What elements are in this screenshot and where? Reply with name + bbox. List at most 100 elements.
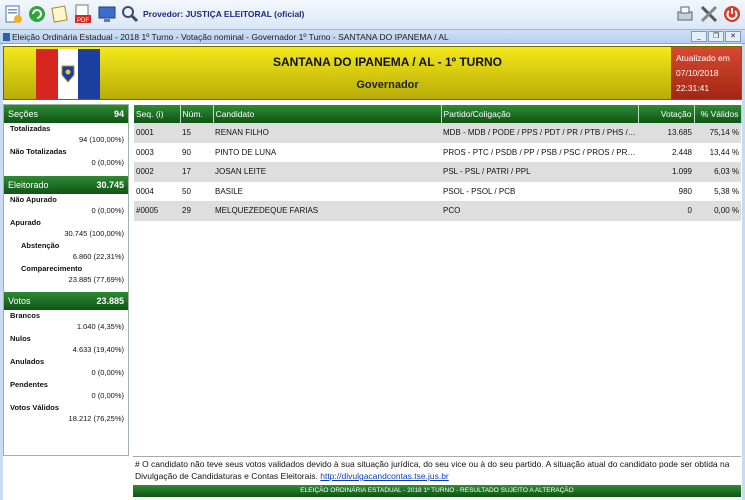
summary-item-label: Abstenção bbox=[21, 241, 60, 250]
alagoas-flag bbox=[36, 49, 100, 99]
app-icon bbox=[3, 33, 10, 41]
table-row[interactable]: 0002 17 JOSAN LEITE PSL - PSL / PATRI / … bbox=[134, 162, 741, 182]
office-title: Governador bbox=[356, 79, 419, 91]
close-button[interactable]: ✕ bbox=[725, 31, 741, 42]
summary-item-value: 0 (0,00%) bbox=[91, 368, 124, 377]
cell-valid-pct: 0,00 % bbox=[694, 201, 741, 221]
cell-num: 90 bbox=[180, 142, 213, 162]
page-title: SANTANA DO IPANEMA / AL - 1º TURNO bbox=[272, 55, 503, 69]
table-row[interactable]: #0005 29 MELQUEZEDEQUE FARIAS PCO 0 0,00… bbox=[134, 201, 741, 221]
cell-candidate: BASILE bbox=[213, 181, 441, 201]
coat-of-arms-icon bbox=[61, 65, 75, 83]
summary-item-label: Brancos bbox=[10, 311, 41, 320]
table-row[interactable]: 0003 90 PINTO DE LUNA PROS - PTC / PSDB … bbox=[134, 142, 741, 162]
summary-item-label: Não Apurado bbox=[10, 195, 57, 204]
summary-item: Apurado 30.745 (100,00%) bbox=[4, 217, 128, 240]
table-header-row: Seq. (i) Núm. Candidato Partido/Coligaçã… bbox=[134, 105, 742, 123]
refresh-icon[interactable] bbox=[26, 3, 48, 25]
cell-valid-pct: 6,03 % bbox=[694, 162, 741, 182]
summary-item-value: 94 (100,00%) bbox=[78, 135, 124, 144]
summary-item-label: Votos Válidos bbox=[10, 403, 60, 412]
window-titlebar: Eleição Ordinária Estadual - 2018 1º Tur… bbox=[0, 30, 745, 44]
secoes-value: 94 bbox=[113, 109, 124, 119]
cell-party: MDB - MDB / PODE / PPS / PDT / PR / PTB … bbox=[441, 123, 638, 143]
votos-label: Votos bbox=[8, 296, 31, 306]
column-header-party[interactable]: Partido/Coligação bbox=[441, 105, 639, 123]
cell-num: 50 bbox=[180, 181, 213, 201]
results-header: SANTANA DO IPANEMA / AL - 1º TURNO Gover… bbox=[3, 46, 742, 100]
column-header-votes[interactable]: Votação bbox=[638, 105, 695, 123]
summary-item-value: 0 (0,00%) bbox=[91, 206, 124, 215]
footnote: # O candidato não teve seus votos valida… bbox=[133, 456, 741, 484]
divulgacand-link[interactable]: http://divulgacandcontas.tse.jus.br bbox=[320, 471, 449, 481]
print-icon[interactable] bbox=[674, 3, 696, 25]
summary-item-label: Não Totalizadas bbox=[10, 147, 67, 156]
summary-item: Anulados 0 (0,00%) bbox=[4, 356, 128, 379]
updated-date: 07/10/2018 bbox=[676, 68, 719, 78]
column-header-valid-pct[interactable]: % Válidos bbox=[694, 105, 742, 123]
provider-label: Provedor: JUSTIÇA ELEITORAL (oficial) bbox=[143, 9, 305, 19]
summary-item-label: Apurado bbox=[10, 218, 41, 227]
summary-item: Brancos 1.040 (4,35%) bbox=[4, 310, 128, 333]
status-bar: ELEIÇÃO ORDINÁRIA ESTADUAL - 2018 1º TUR… bbox=[133, 485, 741, 497]
window-title: Eleição Ordinária Estadual - 2018 1º Tur… bbox=[12, 32, 449, 42]
table-row[interactable]: 0001 15 RENAN FILHO MDB - MDB / PODE / P… bbox=[134, 123, 741, 143]
cell-valid-pct: 75,14 % bbox=[694, 123, 741, 143]
eleitorado-label: Eleitorado bbox=[8, 180, 49, 190]
cell-candidate: RENAN FILHO bbox=[213, 123, 441, 143]
column-header-num[interactable]: Núm. bbox=[180, 105, 214, 123]
column-header-seq[interactable]: Seq. (i) bbox=[134, 105, 181, 123]
summary-item-value: 6.860 (22,31%) bbox=[72, 252, 124, 261]
summary-item: Pendentes 0 (0,00%) bbox=[4, 379, 128, 402]
results-table: Seq. (i) Núm. Candidato Partido/Coligaçã… bbox=[134, 105, 742, 221]
cell-seq: 0004 bbox=[134, 181, 180, 201]
new-document-icon[interactable] bbox=[2, 3, 24, 25]
exit-icon[interactable] bbox=[721, 3, 743, 25]
eleitorado-value: 30.745 bbox=[96, 180, 124, 190]
table-row[interactable]: 0004 50 BASILE PSOL - PSOL / PCB 980 5,3… bbox=[134, 181, 741, 201]
cell-seq: #0005 bbox=[134, 201, 180, 221]
summary-item: Votos Válidos 18.212 (76,25%) bbox=[4, 402, 128, 425]
cell-votes: 0 bbox=[638, 201, 694, 221]
summary-item: Não Apurado 0 (0,00%) bbox=[4, 194, 128, 217]
cell-party: PSL - PSL / PATRI / PPL bbox=[441, 162, 638, 182]
cell-party: PROS - PTC / PSDB / PP / PSB / PSC / PRO… bbox=[441, 142, 638, 162]
summary-item: Comparecimento 23.885 (77,69%) bbox=[4, 263, 128, 286]
summary-item-value: 23.885 (77,69%) bbox=[68, 275, 124, 284]
summary-item: Não Totalizadas 0 (0,00%) bbox=[4, 146, 128, 169]
summary-item-value: 0 (0,00%) bbox=[91, 391, 124, 400]
minimize-button[interactable]: _ bbox=[691, 31, 707, 42]
search-icon[interactable] bbox=[119, 3, 141, 25]
pdf-icon[interactable]: PDF bbox=[72, 3, 94, 25]
cell-valid-pct: 5,38 % bbox=[694, 181, 741, 201]
summary-item-value: 18.212 (76,25%) bbox=[68, 414, 124, 423]
summary-item: Nulos 4.633 (19,40%) bbox=[4, 333, 128, 356]
summary-item: Abstenção 6.860 (22,31%) bbox=[4, 240, 128, 263]
summary-item-value: 4.633 (19,40%) bbox=[72, 345, 124, 354]
cell-votes: 980 bbox=[638, 181, 694, 201]
updated-time: 22:31:41 bbox=[676, 83, 710, 93]
summary-item-label: Totalizadas bbox=[10, 124, 51, 133]
summary-item-label: Anulados bbox=[10, 357, 45, 366]
svg-text:PDF: PDF bbox=[77, 18, 89, 24]
cell-num: 17 bbox=[180, 162, 213, 182]
cell-seq: 0002 bbox=[134, 162, 180, 182]
cell-candidate: MELQUEZEDEQUE FARIAS bbox=[213, 201, 441, 221]
updated-box: Atualizado em 07/10/2018 22:31:41 bbox=[671, 47, 741, 99]
monitor-icon[interactable] bbox=[96, 3, 118, 25]
restore-button[interactable]: ❐ bbox=[708, 31, 724, 42]
tools-icon[interactable] bbox=[698, 3, 720, 25]
toolbar: PDF Provedor: JUSTIÇA ELEITORAL (oficial… bbox=[0, 0, 745, 30]
summary-item-value: 30.745 (100,00%) bbox=[64, 229, 124, 238]
secoes-label: Seções bbox=[8, 109, 39, 119]
cell-valid-pct: 13,44 % bbox=[694, 142, 741, 162]
summary-item: Totalizadas 94 (100,00%) bbox=[4, 123, 128, 146]
cell-seq: 0001 bbox=[134, 123, 180, 143]
summary-item-label: Nulos bbox=[10, 334, 31, 343]
summary-item-value: 0 (0,00%) bbox=[91, 158, 124, 167]
column-header-candidate[interactable]: Candidato bbox=[213, 105, 442, 123]
notes-icon[interactable] bbox=[49, 3, 71, 25]
cell-num: 29 bbox=[180, 201, 213, 221]
updated-label: Atualizado em bbox=[676, 53, 730, 63]
secoes-header: Seções 94 bbox=[4, 105, 128, 123]
